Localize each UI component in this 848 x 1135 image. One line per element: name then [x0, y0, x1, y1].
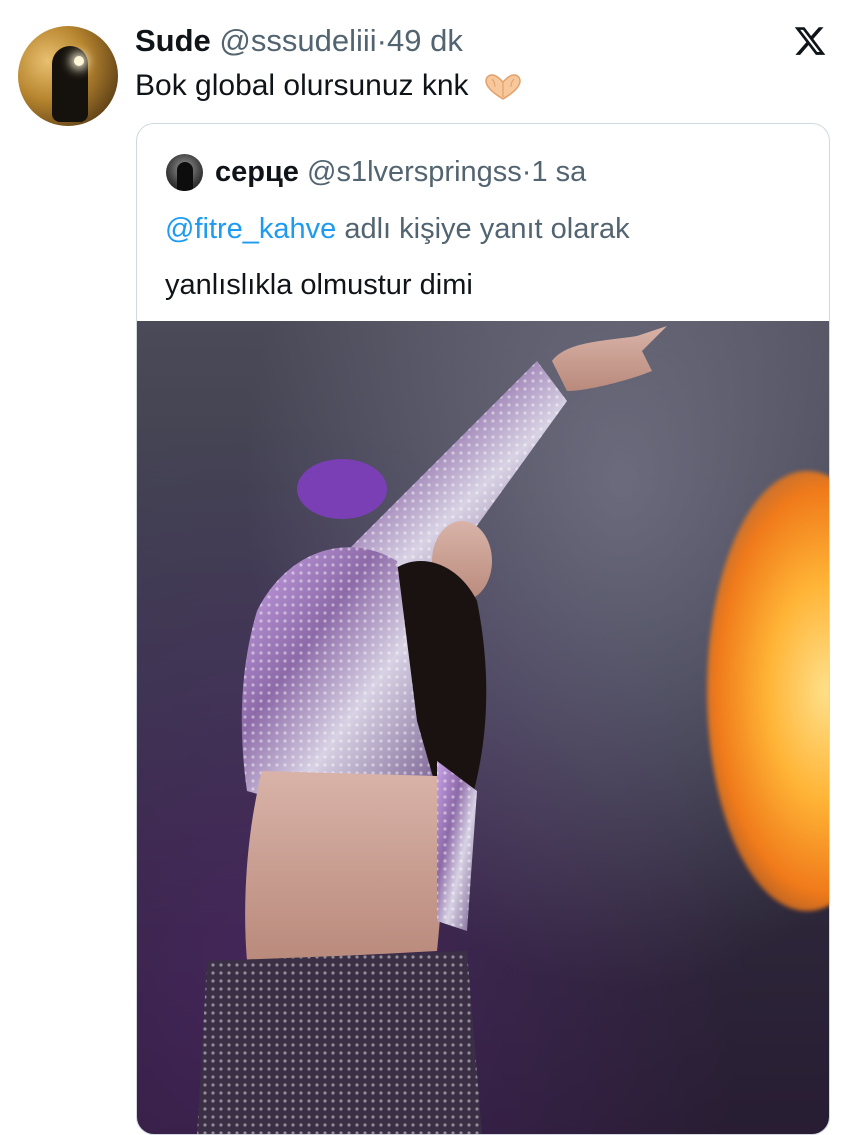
quoted-time[interactable]: 1 sa	[531, 156, 586, 188]
quoted-header: серце @s1lverspringss·1 sa	[215, 154, 586, 190]
quoted-text: yanlıslıkla olmustur dimi	[165, 269, 473, 301]
performer-figure	[197, 326, 667, 1134]
x-logo-icon[interactable]	[792, 24, 828, 58]
quoted-separator: ·	[521, 156, 532, 188]
quoted-author-name[interactable]: серце	[215, 156, 299, 188]
quoted-author-avatar[interactable]	[166, 154, 203, 191]
quoted-media-photo[interactable]	[137, 321, 829, 1134]
header-separator: ·	[376, 23, 387, 58]
reply-context-suffix: adlı kişiye yanıt olarak	[336, 213, 630, 245]
quoted-tweet[interactable]: серце @s1lverspringss·1 sa @fitre_kahve …	[136, 123, 830, 1135]
tweet-text: Bok global olursunuz knk	[135, 66, 523, 106]
author-avatar[interactable]	[18, 26, 118, 126]
author-handle[interactable]: @sssudeliii	[219, 23, 376, 58]
reply-mention-link[interactable]: @fitre_kahve	[165, 213, 336, 245]
reply-context: @fitre_kahve adlı kişiye yanıt olarak	[165, 210, 630, 248]
quoted-avatar-figure	[177, 162, 193, 191]
tweet-header: Sude @sssudeliii·49 dk	[135, 22, 463, 60]
quoted-author-handle[interactable]: @s1lverspringss	[307, 156, 522, 188]
author-name[interactable]: Sude	[135, 23, 211, 58]
avatar-flash	[74, 56, 84, 66]
heart-hands-icon	[485, 74, 521, 100]
tweet-time[interactable]: 49 dk	[387, 23, 463, 58]
tweet-text-content: Bok global olursunuz knk	[135, 69, 469, 102]
